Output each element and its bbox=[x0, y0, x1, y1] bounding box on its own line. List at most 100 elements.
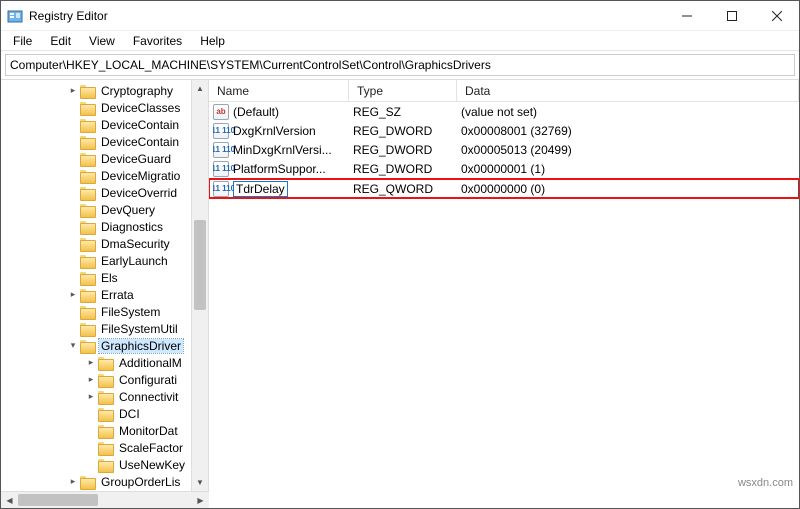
chevron-right-icon[interactable]: ▸ bbox=[67, 476, 79, 488]
registry-tree[interactable]: ▸Cryptography▸DeviceClasses▸DeviceContai… bbox=[1, 80, 191, 491]
tree-item-label: DeviceContain bbox=[99, 118, 181, 132]
tree-item[interactable]: ▸Cryptography bbox=[1, 82, 191, 99]
tree-hscrollbar[interactable]: ◀ ▶ bbox=[1, 491, 209, 508]
values-pane: Name Type Data ab(Default)REG_SZ(value n… bbox=[209, 80, 799, 491]
tree-item[interactable]: ▸DeviceContain bbox=[1, 116, 191, 133]
tree-item-label: Connectivit bbox=[117, 390, 180, 404]
scroll-thumb[interactable] bbox=[18, 494, 98, 506]
tree-item[interactable]: ▸MonitorDat bbox=[1, 422, 191, 439]
window-title: Registry Editor bbox=[29, 9, 108, 23]
tree-item[interactable]: ▸DeviceClasses bbox=[1, 99, 191, 116]
tree-item[interactable]: ▸DeviceMigratio bbox=[1, 167, 191, 184]
folder-icon bbox=[80, 152, 96, 166]
tree-item[interactable]: ▸ Errata bbox=[1, 286, 191, 303]
folder-icon bbox=[98, 407, 114, 421]
minimize-button[interactable] bbox=[664, 1, 709, 30]
value-row[interactable]: 011 110DxgKrnlVersionREG_DWORD0x00008001… bbox=[209, 121, 799, 140]
values-list[interactable]: ab(Default)REG_SZ(value not set) 011 110 D… bbox=[209, 102, 799, 491]
tree-item[interactable]: ▸ GroupOrderLis bbox=[1, 473, 191, 490]
tree-item-label: GroupOrderLis bbox=[99, 475, 182, 489]
tree-item[interactable]: ▸FileSystem bbox=[1, 303, 191, 320]
tree-item-label: Els bbox=[99, 271, 120, 285]
value-row[interactable]: 011 110TdrDelayREG_QWORD0x00000000 (0) bbox=[209, 179, 799, 198]
tree-item[interactable]: ▸DevQuery bbox=[1, 201, 191, 218]
tree-item-label: DeviceMigratio bbox=[99, 169, 182, 183]
value-row[interactable]: 011 110PlatformSuppor...REG_DWORD0x00000… bbox=[209, 159, 799, 178]
folder-icon bbox=[98, 390, 114, 404]
tree-item[interactable]: ▸UseNewKey bbox=[1, 456, 191, 473]
menu-view[interactable]: View bbox=[81, 32, 123, 50]
maximize-button[interactable] bbox=[709, 1, 754, 30]
folder-icon bbox=[98, 356, 114, 370]
close-button[interactable] bbox=[754, 1, 799, 30]
tree-item-label: Configurati bbox=[117, 373, 179, 387]
folder-icon bbox=[98, 441, 114, 455]
value-type: REG_QWORD bbox=[349, 182, 457, 196]
binary-value-icon: 011 110 bbox=[213, 123, 229, 139]
value-name: DxgKrnlVersion bbox=[233, 124, 316, 138]
menu-help[interactable]: Help bbox=[192, 32, 233, 50]
tree-item[interactable]: ▸ScaleFactor bbox=[1, 439, 191, 456]
chevron-right-icon[interactable]: ▸ bbox=[85, 391, 97, 403]
menu-favorites[interactable]: Favorites bbox=[125, 32, 190, 50]
tree-item[interactable]: ▸Els bbox=[1, 269, 191, 286]
tree-item-label: FileSystem bbox=[99, 305, 162, 319]
tree-item-label: DeviceOverrid bbox=[99, 186, 179, 200]
column-header-data[interactable]: Data bbox=[457, 80, 799, 101]
address-text: Computer\HKEY_LOCAL_MACHINE\SYSTEM\Curre… bbox=[10, 58, 491, 72]
watermark: wsxdn.com bbox=[738, 477, 793, 489]
folder-icon bbox=[98, 424, 114, 438]
folder-icon bbox=[80, 254, 96, 268]
chevron-right-icon[interactable]: ▸ bbox=[85, 374, 97, 386]
tree-item[interactable]: ▸Diagnostics bbox=[1, 218, 191, 235]
tree-item[interactable]: ▾GraphicsDriver bbox=[1, 337, 191, 354]
chevron-down-icon[interactable]: ▾ bbox=[67, 340, 79, 352]
value-data: 0x00008001 (32769) bbox=[457, 124, 799, 138]
scroll-right-arrow-icon[interactable]: ▶ bbox=[192, 492, 209, 508]
column-header-name[interactable]: Name bbox=[209, 80, 349, 101]
column-header-type[interactable]: Type bbox=[349, 80, 457, 101]
chevron-right-icon[interactable]: ▸ bbox=[67, 85, 79, 97]
tree-item-label: Errata bbox=[99, 288, 136, 302]
tree-item[interactable]: ▸DmaSecurity bbox=[1, 235, 191, 252]
values-header: Name Type Data bbox=[209, 80, 799, 102]
folder-icon bbox=[80, 118, 96, 132]
address-bar[interactable]: Computer\HKEY_LOCAL_MACHINE\SYSTEM\Curre… bbox=[5, 54, 795, 76]
tree-item[interactable]: ▸ Configurati bbox=[1, 371, 191, 388]
value-row[interactable]: 011 110MinDxgKrnlVersi...REG_DWORD0x0000… bbox=[209, 140, 799, 159]
value-name-edit[interactable]: TdrDelay bbox=[233, 181, 288, 197]
tree-item[interactable]: ▸EarlyLaunch bbox=[1, 252, 191, 269]
tree-item-label: DmaSecurity bbox=[99, 237, 172, 251]
tree-item-label: MonitorDat bbox=[117, 424, 180, 438]
binary-value-icon: 011 110 bbox=[213, 161, 229, 177]
menu-file[interactable]: File bbox=[5, 32, 40, 50]
scroll-left-arrow-icon[interactable]: ◀ bbox=[1, 492, 18, 508]
tree-item-label: UseNewKey bbox=[117, 458, 187, 472]
folder-icon bbox=[80, 339, 96, 353]
tree-item[interactable]: ▸AdditionalM bbox=[1, 354, 191, 371]
value-row[interactable]: ab(Default)REG_SZ(value not set) bbox=[209, 102, 799, 121]
menu-edit[interactable]: Edit bbox=[42, 32, 79, 50]
title-bar: Registry Editor bbox=[1, 1, 799, 31]
scroll-up-arrow-icon[interactable]: ▲ bbox=[192, 80, 208, 97]
tree-vscrollbar[interactable]: ▲ ▼ bbox=[191, 80, 208, 491]
tree-item-label: DeviceClasses bbox=[99, 101, 182, 115]
tree-item-label: ScaleFactor bbox=[117, 441, 185, 455]
folder-icon bbox=[80, 475, 96, 489]
scroll-thumb[interactable] bbox=[194, 220, 206, 310]
tree-item[interactable]: ▸DeviceGuard bbox=[1, 150, 191, 167]
chevron-right-icon[interactable]: ▸ bbox=[85, 357, 97, 369]
scroll-down-arrow-icon[interactable]: ▼ bbox=[192, 474, 208, 491]
tree-item-label: FileSystemUtil bbox=[99, 322, 180, 336]
tree-item[interactable]: ▸DCI bbox=[1, 405, 191, 422]
tree-item[interactable]: ▸FileSystemUtil bbox=[1, 320, 191, 337]
folder-icon bbox=[80, 101, 96, 115]
tree-item[interactable]: ▸ Connectivit bbox=[1, 388, 191, 405]
binary-value-icon: 011 110 bbox=[213, 181, 229, 197]
chevron-right-icon[interactable]: ▸ bbox=[67, 289, 79, 301]
folder-icon bbox=[80, 271, 96, 285]
tree-item[interactable]: ▸DeviceContain bbox=[1, 133, 191, 150]
tree-item[interactable]: ▸DeviceOverrid bbox=[1, 184, 191, 201]
string-value-icon: ab bbox=[213, 104, 229, 120]
folder-icon bbox=[80, 186, 96, 200]
